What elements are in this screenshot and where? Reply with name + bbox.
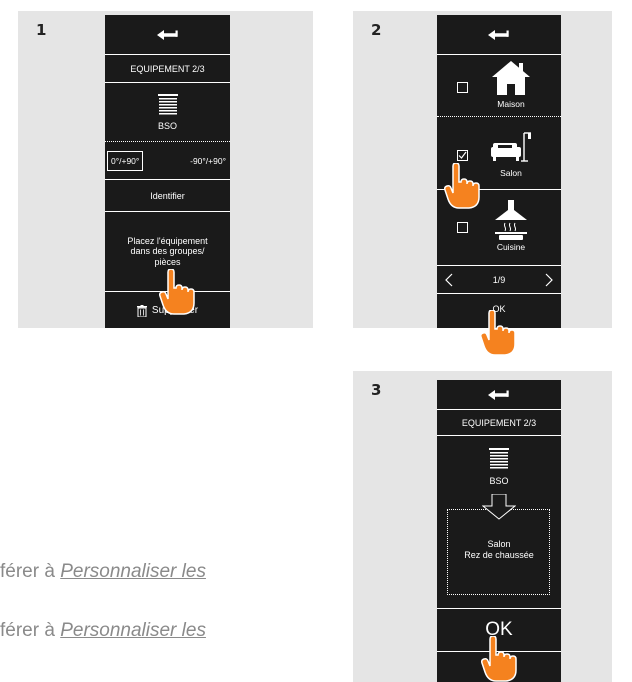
range-hood-icon xyxy=(495,200,527,240)
caption-text: férer à xyxy=(0,561,61,582)
check-icon xyxy=(458,151,467,159)
house-icon xyxy=(492,61,530,95)
destination-label: Salon Rez de chaussée xyxy=(437,530,561,570)
blind-icon xyxy=(489,448,509,469)
equipment-header: EQUIPEMENT 2/3 xyxy=(437,410,561,436)
blind-icon xyxy=(157,93,178,114)
destination-room: Salon xyxy=(487,539,511,550)
device-label: BSO xyxy=(157,120,177,131)
room-checkbox-maison[interactable] xyxy=(457,82,468,93)
sofa-icon xyxy=(491,132,531,162)
device-tile: BSO xyxy=(437,436,561,498)
back-arrow-icon xyxy=(488,29,509,40)
down-arrow-icon xyxy=(482,494,516,520)
room-label: Cuisine xyxy=(496,242,526,252)
step-number: 3 xyxy=(371,381,382,399)
back-button[interactable] xyxy=(437,15,561,55)
back-button[interactable] xyxy=(105,15,230,55)
step-2-panel: 2 Maison Salon Cuisine 1/9 OK xyxy=(353,11,612,328)
pointing-hand-icon xyxy=(159,269,195,315)
pager: 1/9 xyxy=(437,266,561,294)
caption-link[interactable]: Personnaliser les xyxy=(60,620,206,641)
angle-option-b[interactable]: -90°/+90° xyxy=(188,152,228,170)
back-arrow-icon xyxy=(156,29,178,40)
room-label: Maison xyxy=(497,99,525,109)
room-item-maison[interactable]: Maison xyxy=(437,55,561,117)
pointing-hand-icon xyxy=(481,636,517,682)
device-tile[interactable]: BSO xyxy=(105,83,230,142)
chevron-left-icon[interactable] xyxy=(445,273,453,287)
back-arrow-icon xyxy=(488,389,509,400)
page-indicator: 1/9 xyxy=(492,274,506,285)
caption-text: férer à xyxy=(0,620,61,641)
back-button[interactable] xyxy=(437,380,561,410)
caption-link[interactable]: Personnaliser les xyxy=(60,561,206,582)
pointing-hand-icon xyxy=(444,163,480,209)
angle-option-a[interactable]: 0°/+90° xyxy=(107,150,144,171)
step-number: 2 xyxy=(371,21,382,39)
room-checkbox-cuisine[interactable] xyxy=(457,222,468,233)
room-checkbox-salon[interactable] xyxy=(457,150,468,161)
step-3-panel: 3 EQUIPEMENT 2/3 BSO Salon Rez de chauss… xyxy=(353,371,612,682)
pointing-hand-icon xyxy=(480,310,516,356)
step-number: 1 xyxy=(36,21,47,39)
step-1-panel: 1 EQUIPEMENT 2/3 BSO 0°/+90° -90°/+90° I… xyxy=(18,11,313,328)
trash-icon xyxy=(136,304,147,317)
device-label: BSO xyxy=(489,476,509,486)
angle-options: 0°/+90° -90°/+90° xyxy=(105,142,230,180)
chevron-right-icon[interactable] xyxy=(545,273,553,287)
room-label: Salon xyxy=(500,168,522,178)
destination-floor: Rez de chaussée xyxy=(464,550,534,560)
caption-line-1: férer à Personnaliser les xyxy=(0,561,206,583)
caption-line-2: férer à Personnaliser les xyxy=(0,620,206,642)
equipment-header: EQUIPEMENT 2/3 xyxy=(105,55,230,83)
identify-button[interactable]: Identifier xyxy=(105,180,230,212)
